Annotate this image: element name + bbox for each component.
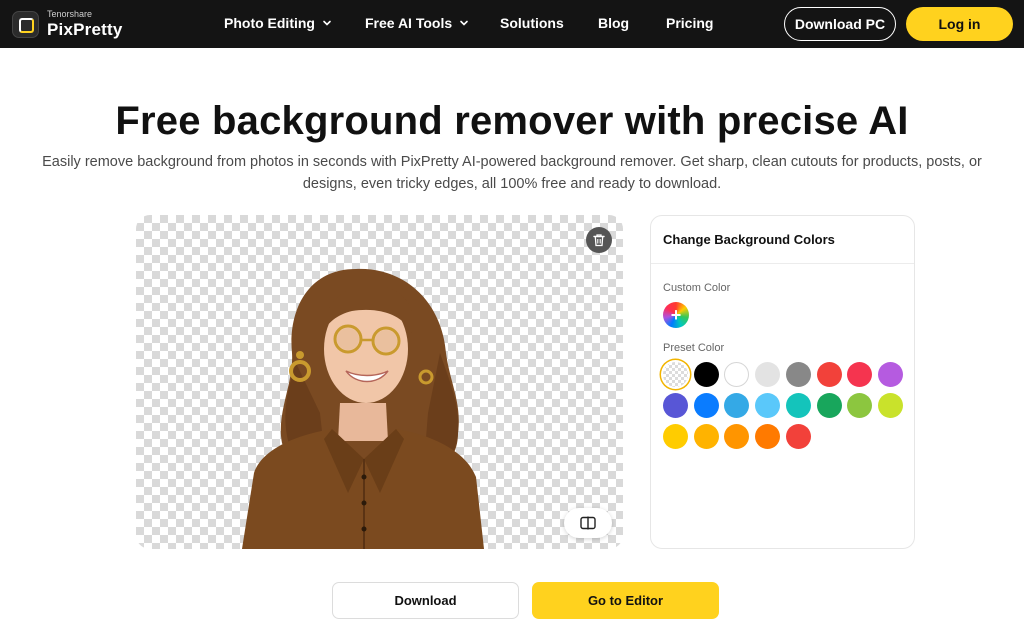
panel-divider (651, 263, 914, 264)
swatch-purple[interactable] (877, 362, 903, 387)
swatch-yellow-green[interactable] (877, 393, 903, 418)
go-to-editor-button[interactable]: Go to Editor (532, 582, 719, 619)
panel-title: Change Background Colors (663, 232, 835, 247)
nav-item-label: Photo Editing (224, 15, 315, 31)
hero-subtitle: Easily remove background from photos in … (42, 154, 982, 192)
brand-company: Tenorshare (47, 9, 93, 19)
nav-item-label: Solutions (500, 15, 564, 31)
download-button[interactable]: Download (332, 582, 519, 619)
swatch-blue[interactable] (693, 393, 719, 418)
swatch-white[interactable] (724, 362, 750, 387)
swatch-indigo[interactable] (663, 393, 688, 418)
swatch-crimson[interactable] (847, 362, 873, 387)
headline-highlight: Free (115, 99, 204, 144)
brand-logo[interactable]: Tenorshare PixPretty (12, 8, 123, 40)
custom-color-label: Custom Color (663, 282, 731, 294)
login-button[interactable]: Log in (906, 7, 1013, 41)
cutout-portrait-image (242, 268, 484, 549)
download-pc-button[interactable]: Download PC (784, 7, 896, 41)
nav-item-label: Pricing (666, 15, 714, 31)
swatch-black[interactable] (693, 362, 719, 387)
delete-image-button[interactable] (586, 227, 612, 253)
preset-color-label: Preset Color (663, 342, 725, 354)
swatch-gold[interactable] (663, 424, 688, 449)
compare-button[interactable] (564, 508, 612, 538)
nav-item-free-ai-tools[interactable]: Free AI Tools (365, 15, 469, 31)
swatch-light-gray[interactable] (755, 362, 781, 387)
nav-item-label: Free AI Tools (365, 15, 453, 31)
plus-icon: + (670, 304, 682, 325)
swatch-teal[interactable] (785, 393, 811, 418)
swatch-amber[interactable] (693, 424, 719, 449)
chevron-down-icon (323, 20, 331, 26)
compare-icon (580, 516, 596, 530)
trash-icon (593, 234, 605, 247)
nav-item-blog[interactable]: Blog (598, 15, 629, 31)
nav-item-solutions[interactable]: Solutions (500, 15, 564, 31)
swatch-lime-green[interactable] (847, 393, 873, 418)
top-nav: Tenorshare PixPretty Photo Editing Free … (0, 0, 1024, 48)
image-preview (136, 215, 623, 549)
chevron-down-icon (460, 20, 468, 26)
swatch-light-blue[interactable] (755, 393, 781, 418)
nav-item-pricing[interactable]: Pricing (666, 15, 713, 31)
swatch-sky-blue[interactable] (724, 393, 750, 418)
swatch-transparent[interactable] (663, 362, 688, 387)
swatch-orange[interactable] (724, 424, 750, 449)
page-title: Free background remover with precise AI (0, 99, 1024, 144)
logo-icon (12, 10, 39, 38)
custom-color-picker[interactable]: + (663, 302, 689, 328)
swatch-gray[interactable] (785, 362, 811, 387)
background-color-panel: Change Background Colors Custom Color + … (650, 215, 915, 549)
nav-item-label: Blog (598, 15, 630, 31)
swatch-green[interactable] (816, 393, 842, 418)
nav-item-photo-editing[interactable]: Photo Editing (224, 15, 332, 31)
swatch-dark-orange[interactable] (755, 424, 781, 449)
headline-text: background remover with precise AI (200, 99, 909, 143)
swatch-red-2[interactable] (785, 424, 811, 449)
swatch-red[interactable] (816, 362, 842, 387)
brand-name: PixPretty (47, 20, 123, 39)
